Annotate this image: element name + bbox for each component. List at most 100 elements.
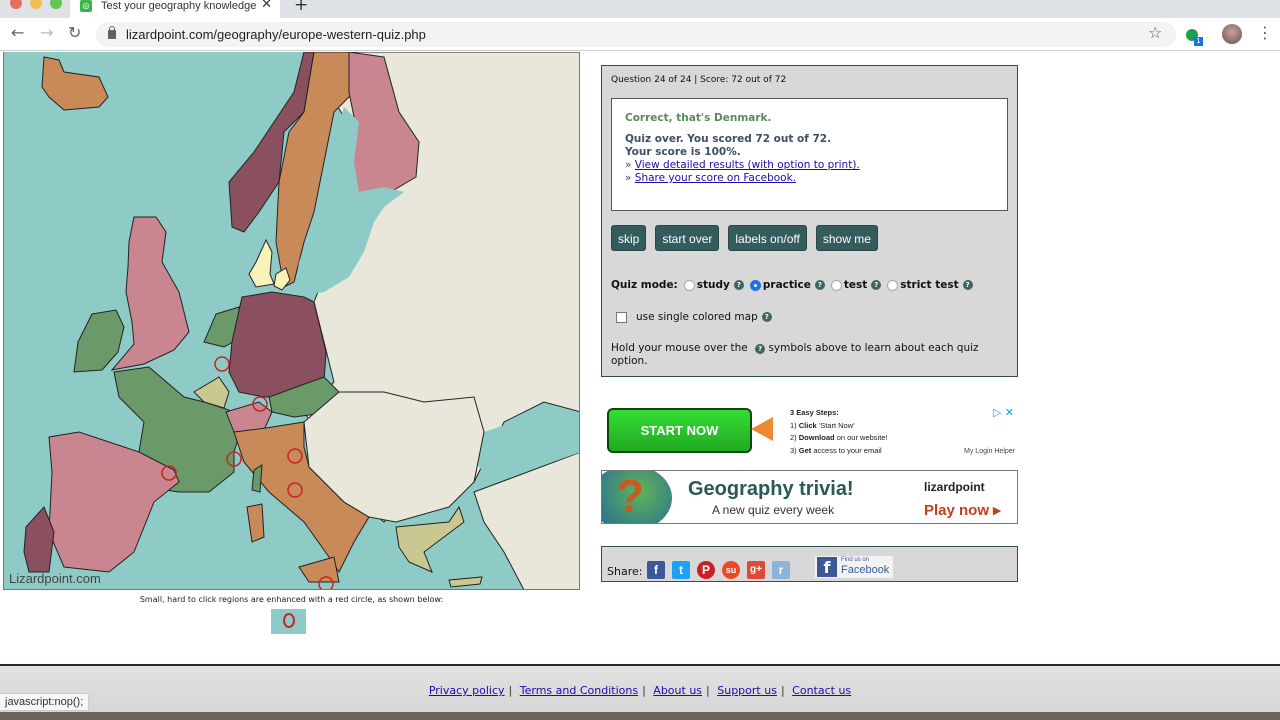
status-bar-url: javascript:nop(); (0, 693, 90, 711)
tab-strip: ◎ Test your geography knowledge ✕ + (0, 0, 1280, 18)
question-mark-icon: ? (616, 470, 645, 522)
show-me-button[interactable]: show me (815, 225, 878, 251)
quiz-status: Question 24 of 24 | Score: 72 out of 72 (611, 75, 787, 85)
pinterest-share-icon[interactable]: P (697, 561, 715, 579)
ad-steps: 3 Easy Steps: 1) Click 'Start Now' 2) Do… (790, 408, 888, 455)
region-iceland[interactable] (41, 56, 109, 111)
terms-link[interactable]: Terms and Conditions (520, 684, 638, 697)
region-denmark-islands[interactable] (273, 267, 291, 291)
twitter-share-icon[interactable]: t (672, 561, 690, 579)
mode-strict-test-label[interactable]: strict test (900, 279, 958, 291)
mode-practice-radio[interactable] (749, 279, 761, 291)
advertisement-start-now[interactable]: START NOW 3 Easy Steps: 1) Click 'Start … (601, 404, 1018, 460)
privacy-policy-link[interactable]: Privacy policy (429, 684, 505, 697)
help-icon[interactable]: ? (962, 280, 973, 290)
region-united-kingdom[interactable] (110, 216, 190, 371)
reddit-share-icon[interactable]: r (772, 561, 790, 579)
contact-us-link[interactable]: Contact us (792, 684, 851, 697)
stumbleupon-share-icon[interactable]: su (722, 561, 740, 579)
labels-toggle-button[interactable]: labels on/off (728, 225, 807, 251)
help-note-text-1: Hold your mouse over the (611, 342, 748, 354)
footer: Privacy policy | Terms and Conditions | Ab… (0, 666, 1280, 712)
start-over-button[interactable]: start over (655, 225, 720, 251)
help-icon[interactable]: ? (733, 280, 744, 290)
arrow-left-icon (751, 417, 773, 441)
ad-step2-text: on our website! (834, 433, 888, 443)
play-now-link[interactable]: Play now ▸ (924, 501, 1001, 519)
mode-test-radio[interactable] (830, 279, 842, 291)
extension-badge: 1 (1194, 37, 1203, 46)
back-arrow-icon[interactable]: ← (11, 23, 24, 42)
map-note: Small, hard to click regions are enhance… (139, 595, 444, 604)
reload-icon[interactable]: ↻ (68, 23, 81, 42)
kebab-menu-icon[interactable]: ⋮ (1257, 23, 1273, 42)
tab-title: Test your geography knowledge (101, 0, 256, 12)
map-svg[interactable] (4, 52, 580, 590)
mode-study-label[interactable]: study (697, 279, 730, 291)
single-color-label[interactable]: use single colored map (636, 311, 758, 323)
mode-test-label[interactable]: test (844, 279, 867, 291)
single-color-checkbox[interactable] (616, 311, 627, 323)
mode-practice-label[interactable]: practice (763, 279, 811, 291)
mode-strict-test-radio[interactable] (887, 279, 899, 291)
ad-step1-text: 'Start Now' (816, 420, 855, 430)
region-ireland[interactable] (73, 309, 125, 373)
ad-step3-bold: Get (798, 445, 812, 455)
adchoices-close-icon[interactable]: ▷ ✕ (993, 406, 1014, 419)
help-icon: ? (755, 344, 766, 354)
close-window-button[interactable] (10, 0, 22, 9)
browser-tab-active[interactable]: ◎ Test your geography knowledge ✕ (70, 0, 280, 18)
profile-avatar[interactable] (1222, 24, 1242, 44)
bookmark-star-icon[interactable]: ☆ (1148, 23, 1162, 42)
tab-close-icon[interactable]: ✕ (261, 0, 272, 12)
help-icon[interactable]: ? (761, 312, 772, 322)
red-circle-sample-image (271, 609, 306, 634)
help-icon[interactable]: ? (871, 280, 882, 290)
trivia-subtitle: A new quiz every week (712, 503, 835, 517)
map-watermark: Lizardpoint.com (9, 571, 101, 586)
region-sardinia[interactable] (246, 503, 265, 543)
quiz-panel: Question 24 of 24 | Score: 72 out of 72 … (601, 65, 1018, 377)
ad-start-now-button[interactable]: START NOW (607, 408, 752, 453)
quiz-mode-label: Quiz mode: (611, 279, 678, 291)
lizardpoint-favicon-icon: ◎ (80, 0, 92, 12)
support-us-link[interactable]: Support us (717, 684, 777, 697)
ad-step1-bold: Click (798, 420, 817, 430)
address-bar[interactable]: lizardpoint.com/geography/europe-western… (96, 22, 1176, 47)
ad-step2-bold: Download (798, 433, 835, 443)
region-crete[interactable] (448, 576, 483, 588)
share-facebook-link[interactable]: Share your score on Facebook. (635, 172, 796, 184)
new-tab-plus-icon[interactable]: + (294, 0, 308, 15)
find-us-on-facebook-button[interactable]: f Find us on Facebook (815, 556, 893, 578)
small-region-red-circle[interactable] (214, 356, 230, 372)
skip-button[interactable]: skip (611, 225, 647, 251)
separator: | (642, 684, 646, 697)
minimize-window-button[interactable] (30, 0, 42, 9)
europe-map[interactable]: Lizardpoint.com (3, 52, 580, 590)
help-note: Hold your mouse over the ? symbols above… (611, 342, 1011, 368)
region-denmark[interactable] (248, 238, 275, 288)
bullet: » (625, 172, 632, 184)
region-sicily[interactable] (298, 556, 340, 583)
about-us-link[interactable]: About us (653, 684, 702, 697)
google-plus-share-icon[interactable]: g+ (747, 561, 765, 579)
region-switzerland[interactable] (225, 401, 273, 433)
trivia-title: Geography trivia! (688, 478, 854, 500)
lizardpoint-logo: lizardpoint (924, 480, 985, 494)
red-circle-icon (283, 613, 295, 628)
separator: | (780, 684, 785, 697)
forward-arrow-icon[interactable]: → (40, 23, 53, 42)
share-bar: Share: f t P su g+ r f Find us on Facebo… (601, 546, 1018, 582)
find-us-small-text: Find us on (841, 557, 870, 563)
view-results-link[interactable]: View detailed results (with option to pr… (635, 159, 860, 171)
facebook-share-icon[interactable]: f (647, 561, 665, 579)
geography-trivia-banner[interactable]: ? Geography trivia! A new quiz every wee… (601, 470, 1018, 524)
separator: | (508, 684, 513, 697)
ad-step3-text: access to your email (811, 445, 882, 455)
mode-study-radio[interactable] (683, 279, 695, 291)
ad-steps-title: 3 Easy Steps: (790, 408, 839, 417)
bullet: » (625, 159, 632, 171)
ad-brand: My Login Helper (964, 448, 1015, 455)
help-icon[interactable]: ? (814, 280, 825, 290)
maximize-window-button[interactable] (50, 0, 62, 9)
